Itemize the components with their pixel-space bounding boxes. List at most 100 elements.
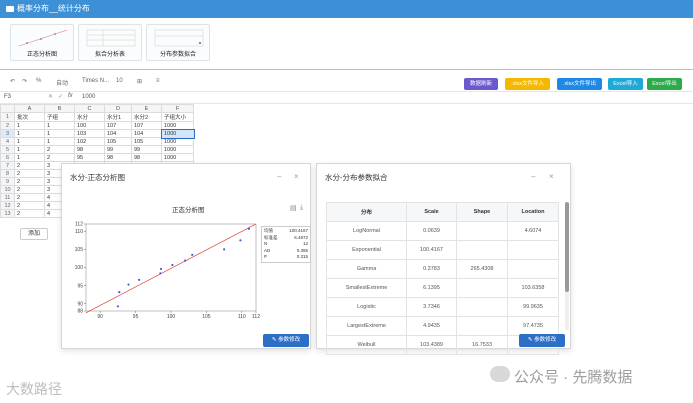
cell[interactable]: 1 bbox=[44, 121, 75, 130]
minimize-icon[interactable]: – bbox=[531, 172, 535, 181]
cell[interactable]: 1000 bbox=[161, 121, 194, 130]
redo-icon[interactable]: ↷ bbox=[22, 78, 27, 85]
font-size-select[interactable]: 10 bbox=[116, 78, 123, 84]
cell[interactable]: 1 bbox=[14, 121, 45, 130]
cell[interactable]: 1 bbox=[44, 137, 75, 146]
row-number[interactable]: 12 bbox=[0, 201, 15, 210]
cell: 97.4735 bbox=[507, 316, 559, 336]
cell: Logistic bbox=[326, 297, 407, 317]
cell[interactable]: 1 bbox=[14, 137, 45, 146]
cell[interactable]: 100 bbox=[74, 121, 105, 130]
cell[interactable]: 2 bbox=[14, 177, 45, 186]
cell[interactable]: 98 bbox=[74, 145, 105, 154]
row-number[interactable]: 11 bbox=[0, 193, 15, 202]
confirm-icon[interactable]: ✓ bbox=[58, 93, 63, 100]
cell[interactable]: 2 bbox=[14, 169, 45, 178]
cell[interactable]: 105 bbox=[131, 137, 162, 146]
cell[interactable]: 99 bbox=[131, 145, 162, 154]
col-header[interactable]: A bbox=[14, 104, 45, 113]
cell[interactable]: 1 bbox=[14, 129, 45, 138]
undo-icon[interactable]: ↶ bbox=[10, 78, 15, 85]
add-row-button[interactable]: 添加 bbox=[20, 228, 48, 240]
y-tick-label: 110 bbox=[75, 229, 83, 235]
cell[interactable]: 1 bbox=[44, 129, 75, 138]
cell[interactable]: 批次 bbox=[14, 112, 45, 122]
edit-params-button[interactable]: ✎ 参数修改 bbox=[263, 334, 309, 347]
cell[interactable]: 2 bbox=[14, 209, 45, 218]
cell[interactable]: 子组大小 bbox=[161, 112, 194, 122]
col-header[interactable]: C bbox=[74, 104, 105, 113]
refresh-button[interactable]: 数据刷新 bbox=[464, 78, 498, 90]
row-number[interactable]: 2 bbox=[0, 121, 15, 130]
cell[interactable]: 2 bbox=[44, 153, 75, 162]
cell[interactable]: 2 bbox=[44, 145, 75, 154]
cell[interactable]: 95 bbox=[74, 153, 105, 162]
cell: 4.6074 bbox=[507, 221, 559, 241]
excel-export-button[interactable]: Excel导出 bbox=[647, 78, 682, 90]
row-number[interactable]: 6 bbox=[0, 153, 15, 162]
cell[interactable]: 99 bbox=[104, 145, 132, 154]
cell[interactable]: 2 bbox=[14, 193, 45, 202]
cell[interactable]: 107 bbox=[104, 121, 132, 130]
xlsx-import-button[interactable]: .xlsx文件导入 bbox=[505, 78, 550, 90]
row-number[interactable]: 7 bbox=[0, 161, 15, 170]
cell[interactable]: 2 bbox=[14, 161, 45, 170]
cell-reference[interactable]: F3 bbox=[4, 94, 11, 100]
font-family-select[interactable]: Times N... bbox=[82, 78, 109, 84]
cell[interactable]: 2 bbox=[14, 185, 45, 194]
row-number[interactable]: 3 bbox=[0, 129, 15, 138]
cell[interactable]: 水分 bbox=[74, 112, 105, 122]
col-header[interactable]: F bbox=[161, 104, 194, 113]
row-number[interactable]: 8 bbox=[0, 169, 15, 178]
col-header[interactable]: E bbox=[131, 104, 162, 113]
row-number[interactable]: 9 bbox=[0, 177, 15, 186]
row-number[interactable]: 13 bbox=[0, 209, 15, 218]
border-icon[interactable]: ⊞ bbox=[137, 78, 142, 85]
selected-cell[interactable]: 1000 bbox=[160, 128, 195, 139]
cell[interactable]: 98 bbox=[104, 153, 132, 162]
cell[interactable]: 水分2 bbox=[131, 112, 162, 122]
row-number[interactable]: 4 bbox=[0, 137, 15, 146]
row-number[interactable]: 1 bbox=[0, 112, 15, 122]
align-icon[interactable]: ≡ bbox=[156, 78, 160, 84]
stat-value: 0.315 bbox=[296, 254, 308, 259]
card-normal-chart[interactable]: 正态分析图 bbox=[10, 24, 74, 61]
cell[interactable]: 102 bbox=[74, 137, 105, 146]
cell[interactable]: 104 bbox=[104, 129, 132, 138]
cell: 6.1395 bbox=[406, 278, 457, 298]
cancel-icon[interactable]: ✕ bbox=[48, 93, 53, 100]
cell[interactable]: 107 bbox=[131, 121, 162, 130]
number-format-select[interactable]: 自动 bbox=[56, 78, 68, 87]
cell[interactable]: 水分1 bbox=[104, 112, 132, 122]
cell[interactable]: 1000 bbox=[161, 145, 194, 154]
row-number[interactable]: 10 bbox=[0, 185, 15, 194]
cell[interactable]: 1 bbox=[14, 145, 45, 154]
col-header[interactable]: D bbox=[104, 104, 132, 113]
cell[interactable]: 1000 bbox=[161, 137, 194, 146]
table-row: LargestExtreme 4.9435 97.4735 bbox=[326, 316, 559, 336]
scrollbar-thumb[interactable] bbox=[565, 202, 569, 292]
cell[interactable]: 2 bbox=[14, 201, 45, 210]
function-icon[interactable]: fx bbox=[68, 93, 73, 99]
edit-params-button[interactable]: ✎ 参数修改 bbox=[519, 334, 565, 347]
percent-button[interactable]: % bbox=[36, 78, 41, 84]
excel-import-button[interactable]: Excel导入 bbox=[608, 78, 643, 90]
card-param-fit[interactable]: 分布参数拟合 bbox=[146, 24, 210, 61]
cell[interactable]: 103 bbox=[74, 129, 105, 138]
data-point bbox=[191, 253, 194, 256]
col-header[interactable]: B bbox=[44, 104, 75, 113]
formula-input[interactable]: 1000 bbox=[82, 94, 95, 100]
xlsx-export-button[interactable]: .xlsx文件导出 bbox=[557, 78, 602, 90]
cell[interactable]: 104 bbox=[131, 129, 162, 138]
analysis-card-band: 正态分析图 拟合分析表 分布参数拟合 bbox=[0, 18, 693, 70]
card-fit-table[interactable]: 拟合分析表 bbox=[78, 24, 142, 61]
scrollbar[interactable] bbox=[565, 202, 569, 330]
cell[interactable]: 子组 bbox=[44, 112, 75, 122]
cell[interactable]: 98 bbox=[131, 153, 162, 162]
cell[interactable]: 1000 bbox=[161, 153, 194, 162]
cell[interactable]: 105 bbox=[104, 137, 132, 146]
close-icon[interactable]: × bbox=[549, 172, 554, 181]
table-row: 3 1 1 103 104 104 1000 bbox=[0, 128, 195, 139]
row-number[interactable]: 5 bbox=[0, 145, 15, 154]
cell[interactable]: 1 bbox=[14, 153, 45, 162]
